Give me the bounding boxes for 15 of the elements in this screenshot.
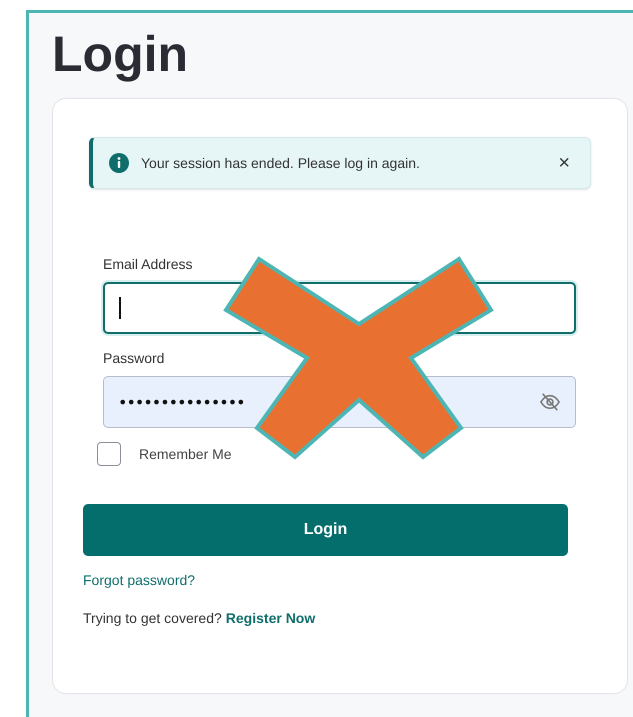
page-title: Login [52,27,190,82]
field-label: Email Address [103,256,194,272]
register-prompt: Trying to get covered? [83,610,222,626]
text-cursor [119,297,121,319]
eye-off-icon[interactable] [539,392,561,412]
close-button[interactable]: × [554,152,574,174]
info-icon [109,153,129,173]
forgot-password-link[interactable]: Forgot password? [83,572,196,588]
checkbox-label: Remember Me [139,446,232,462]
field-label: Password [103,350,166,366]
remember-checkbox[interactable] [97,442,121,466]
alert-message: Your session has ended. Please log in again. [141,155,421,171]
login-button[interactable]: Login [83,504,568,556]
password-dots: ••••••••••••••• [118,392,246,412]
register-link[interactable]: Register Now [226,610,316,626]
